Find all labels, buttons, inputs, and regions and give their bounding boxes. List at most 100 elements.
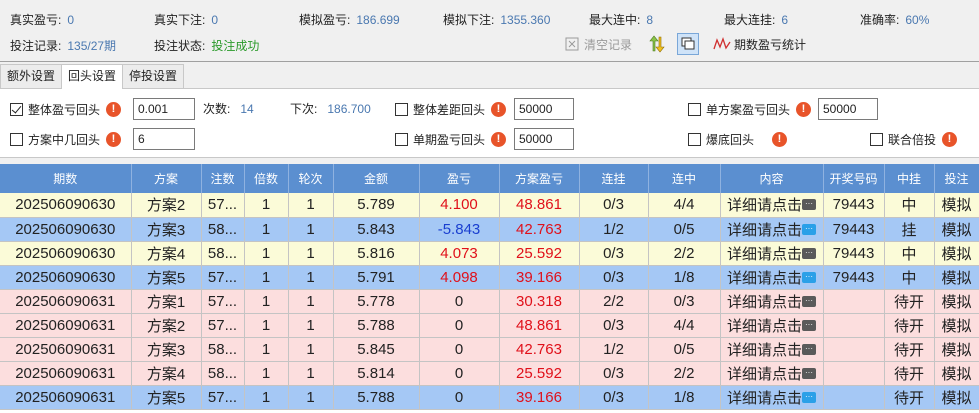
col-header-bet-type[interactable]: 投注 [934,164,979,193]
cell-content[interactable]: 详细请点击 ··· [720,313,824,338]
single-plan-input[interactable]: 50000 [818,98,878,120]
detail-link[interactable]: 详细请点击 ··· [727,387,816,408]
joint-multiply-checkbox[interactable] [870,132,883,146]
cell-win-streak: 1/8 [648,385,721,410]
warning-icon[interactable]: ! [796,101,812,117]
table-row[interactable]: 202506090631 方案4 58... 1 1 5.814 0 25.592 0/3 2/2… [0,361,979,386]
more-icon[interactable]: ··· [802,271,816,283]
col-header-win-streak[interactable]: 连中 [648,164,721,193]
cell-draw-number [823,313,885,338]
overall-profit-rollback-option[interactable]: 整体盈亏回头 ! [10,98,122,120]
detail-link[interactable]: 详细请点击 ··· [727,363,816,384]
table-row[interactable]: 202506090630 方案5 57... 1 1 5.791 4.098 39.166 0/… [0,265,979,290]
col-header-plan[interactable]: 方案 [131,164,202,193]
tab-stop-settings[interactable]: 停投设置 [122,64,185,88]
cell-content[interactable]: 详细请点击 ··· [720,193,824,218]
stat-bet-record: 投注记录: 135/27期 [10,39,117,53]
tab-rollback-settings[interactable]: 回头设置 [61,64,124,89]
more-icon[interactable]: ··· [802,247,816,259]
period-stats-button[interactable]: 期数盈亏统计 [713,33,806,55]
overall-diff-input[interactable]: 50000 [514,98,574,120]
stat-max-loss-streak: 最大连挂: 6 [724,13,789,27]
table-row[interactable]: 202506090631 方案2 57... 1 1 5.788 0 48.861 0/3 4/4… [0,313,979,338]
warning-icon[interactable]: ! [942,131,958,147]
single-plan-checkbox[interactable] [688,102,701,116]
detail-link[interactable]: 详细请点击 ··· [727,339,816,360]
single-plan-rollback-option[interactable]: 单方案盈亏回头 ! [688,98,812,120]
divider [0,61,979,62]
table-row[interactable]: 202506090630 方案3 58... 1 1 5.843 -5.843 42.763 1… [0,217,979,242]
table-row[interactable]: 202506090630 方案4 58... 1 1 5.816 4.073 25.592 0/… [0,241,979,266]
more-icon[interactable]: ··· [802,319,816,331]
cell-content[interactable]: 详细请点击 ··· [720,217,824,242]
single-issue-input[interactable]: 50000 [514,128,574,150]
single-issue-checkbox[interactable] [395,132,408,146]
detail-link[interactable]: 详细请点击 ··· [727,291,816,312]
detail-link[interactable]: 详细请点击 ··· [727,267,816,288]
overall-profit-input[interactable]: 0.001 [133,98,195,120]
cell-amount: 5.791 [333,265,420,290]
col-header-bets[interactable]: 注数 [201,164,245,193]
more-icon[interactable]: ··· [802,223,816,235]
table-row[interactable]: 202506090630 方案2 57... 1 1 5.789 4.100 48.861 0/… [0,193,979,218]
more-icon[interactable]: ··· [802,367,816,379]
detail-link[interactable]: 详细请点击 ··· [727,194,816,215]
cell-win-streak: 2/2 [648,241,721,266]
bottom-rollback-checkbox[interactable] [688,132,701,146]
clear-records-button[interactable]: 清空记录 [563,33,632,55]
joint-multiply-option[interactable]: 联合倍投 ! [870,128,958,150]
warning-icon[interactable]: ! [106,131,122,147]
overall-diff-checkbox[interactable] [395,102,408,116]
cell-content[interactable]: 详细请点击 ··· [720,289,824,314]
cell-content[interactable]: 详细请点击 ··· [720,265,824,290]
window-toggle-button[interactable] [677,33,702,55]
warning-icon[interactable]: ! [772,131,788,147]
table-row[interactable]: 202506090631 方案3 58... 1 1 5.845 0 42.763 1/2 0/5… [0,337,979,362]
tab-extra-settings[interactable]: 额外设置 [0,64,63,88]
warning-icon[interactable]: ! [106,101,122,117]
more-icon[interactable]: ··· [802,343,816,355]
cell-plan: 方案4 [131,361,202,386]
more-icon[interactable]: ··· [802,391,816,403]
warning-icon[interactable]: ! [491,131,507,147]
overall-diff-rollback-option[interactable]: 整体差距回头 ! [395,98,507,120]
plan-hit-rollback-option[interactable]: 方案中几回头 ! [10,128,122,150]
cell-plan: 方案2 [131,193,202,218]
table-row[interactable]: 202506090631 方案5 57... 1 1 5.788 0 39.166 0/3 1/8… [0,385,979,410]
single-issue-rollback-option[interactable]: 单期盈亏回头 ! [395,128,507,150]
cell-amount: 5.788 [333,385,420,410]
warning-icon[interactable]: ! [491,101,507,117]
col-header-profit[interactable]: 盈亏 [419,164,500,193]
detail-link[interactable]: 详细请点击 ··· [727,243,816,264]
col-header-draw-number[interactable]: 开奖号码 [823,164,885,193]
col-header-amount[interactable]: 金额 [333,164,420,193]
cell-plan: 方案5 [131,385,202,410]
cell-plan-profit: 48.861 [499,193,580,218]
col-header-plan-profit[interactable]: 方案盈亏 [499,164,580,193]
plan-hit-input[interactable]: 6 [133,128,195,150]
col-header-result[interactable]: 中挂 [884,164,935,193]
detail-link[interactable]: 详细请点击 ··· [727,219,816,240]
cell-content[interactable]: 详细请点击 ··· [720,361,824,386]
cell-content[interactable]: 详细请点击 ··· [720,337,824,362]
more-icon[interactable]: ··· [802,199,816,211]
cell-loss-streak: 0/3 [579,385,649,410]
cell-draw-number [823,361,885,386]
cell-loss-streak: 0/3 [579,361,649,386]
overall-profit-checkbox[interactable] [10,102,23,116]
cell-bet-type: 模拟 [934,313,979,338]
detail-link[interactable]: 详细请点击 ··· [727,315,816,336]
col-header-loss-streak[interactable]: 连挂 [579,164,649,193]
cell-win-streak: 0/5 [648,337,721,362]
table-row[interactable]: 202506090631 方案1 57... 1 1 5.778 0 30.318 2/2 0/3… [0,289,979,314]
plan-hit-checkbox[interactable] [10,132,23,146]
col-header-round[interactable]: 轮次 [288,164,334,193]
more-icon[interactable]: ··· [802,295,816,307]
col-header-content[interactable]: 内容 [720,164,824,193]
bottom-rollback-option[interactable]: 爆底回头 ! [688,128,788,150]
col-header-issue[interactable]: 期数 [0,164,132,193]
cell-content[interactable]: 详细请点击 ··· [720,385,824,410]
sort-toggle-button[interactable] [648,33,669,55]
cell-content[interactable]: 详细请点击 ··· [720,241,824,266]
col-header-multiplier[interactable]: 倍数 [244,164,289,193]
